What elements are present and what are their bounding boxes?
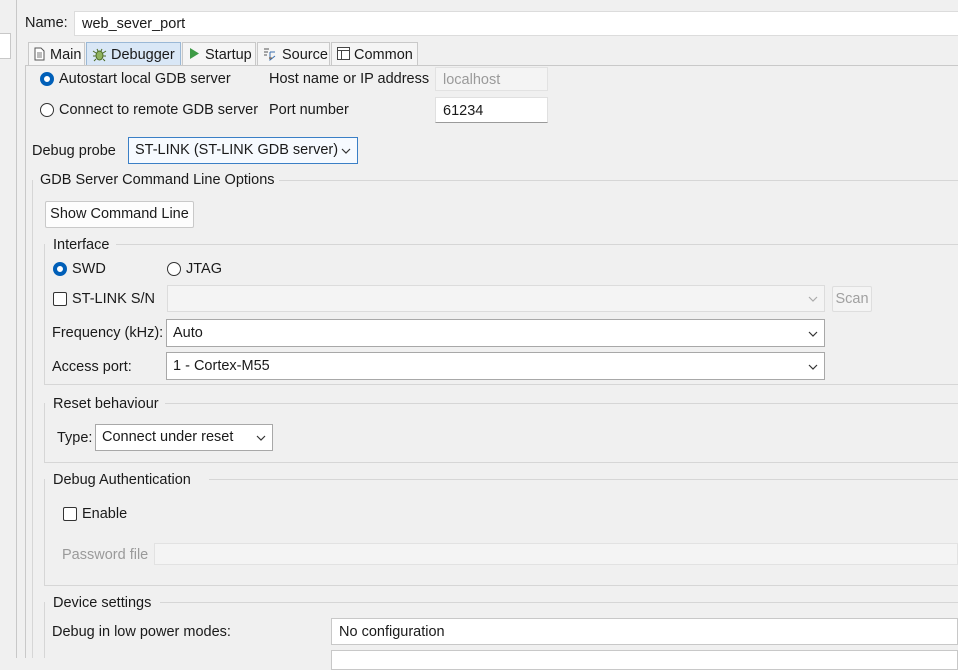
remote-radio[interactable] [40,103,54,117]
low-power-label: Debug in low power modes: [52,624,231,640]
autostart-radio[interactable] [40,72,54,86]
show-command-line-button[interactable]: Show Command Line [45,201,194,228]
host-label: Host name or IP address [269,71,430,87]
autostart-label: Autostart local GDB server [59,71,231,87]
name-input[interactable]: web_sever_port [74,11,958,36]
device-group-title: Device settings [53,595,152,611]
frequency-label: Frequency (kHz): [52,325,164,341]
next-setting-field[interactable] [331,650,958,670]
server-group-edge [32,180,33,658]
tab-debugger[interactable]: Debugger [86,42,181,66]
jtag-radio[interactable] [167,262,181,276]
stlink-sn-select[interactable] [167,285,825,312]
name-label: Name: [25,15,68,31]
debug-probe-value: ST-LINK (ST-LINK GDB server) [135,142,339,158]
password-file-input[interactable] [154,543,958,565]
tab-common-label: Common [354,47,413,63]
launch-config-panel: Name: web_sever_port Main Debugger Start… [17,0,958,670]
scan-button[interactable]: Scan [832,286,872,312]
left-panel-edge [0,0,17,658]
tab-main-label: Main [50,47,82,63]
reset-type-value: Connect under reset [102,429,234,445]
auth-enable-checkbox[interactable] [63,507,77,521]
frequency-value: Auto [173,325,203,341]
bug-icon [92,48,107,62]
document-icon [34,47,45,61]
server-group-line [279,180,958,181]
chevron-down-icon [256,435,266,441]
left-panel-list[interactable] [0,33,11,59]
tab-debugger-label: Debugger [111,47,175,63]
tab-main[interactable]: Main [28,42,85,66]
tab-common[interactable]: Common [331,42,418,66]
access-port-value: 1 - Cortex-M55 [173,358,270,374]
source-icon [264,48,276,61]
chevron-down-icon [808,331,818,337]
access-port-select[interactable]: 1 - Cortex-M55 [166,352,825,380]
access-port-label: Access port: [52,359,132,375]
swd-radio[interactable] [53,262,67,276]
tab-divider [25,65,958,66]
play-icon [190,48,199,59]
low-power-select[interactable]: No configuration [331,618,958,645]
chevron-down-icon [808,296,818,302]
server-group-title: GDB Server Command Line Options [40,172,275,188]
reset-type-select[interactable]: Connect under reset [95,424,273,451]
chevron-down-icon [341,148,351,154]
jtag-label: JTAG [186,261,222,277]
stlink-sn-checkbox[interactable] [53,292,67,306]
frequency-select[interactable]: Auto [166,319,825,347]
chevron-down-icon [808,364,818,370]
window-icon [337,47,350,60]
port-label: Port number [269,102,349,118]
tab-source-label: Source [282,47,328,63]
auth-enable-label: Enable [82,506,128,522]
tab-content-edge [25,65,26,658]
device-group-edge [44,602,45,658]
remote-label: Connect to remote GDB server [59,102,259,118]
reset-type-label: Type: [57,430,93,446]
debug-probe-select[interactable]: ST-LINK (ST-LINK GDB server) [128,137,358,164]
tab-startup[interactable]: Startup [182,42,256,66]
swd-label: SWD [72,261,106,277]
password-file-label: Password file [62,547,149,563]
stlink-sn-label: ST-LINK S/N [72,291,155,307]
tab-startup-label: Startup [205,47,252,63]
auth-group [44,479,958,586]
tab-source[interactable]: Source [257,42,330,66]
device-group-line [160,602,958,603]
port-input[interactable]: 61234 [435,97,548,123]
host-input[interactable]: localhost [435,67,548,91]
debug-probe-label: Debug probe [32,143,116,159]
